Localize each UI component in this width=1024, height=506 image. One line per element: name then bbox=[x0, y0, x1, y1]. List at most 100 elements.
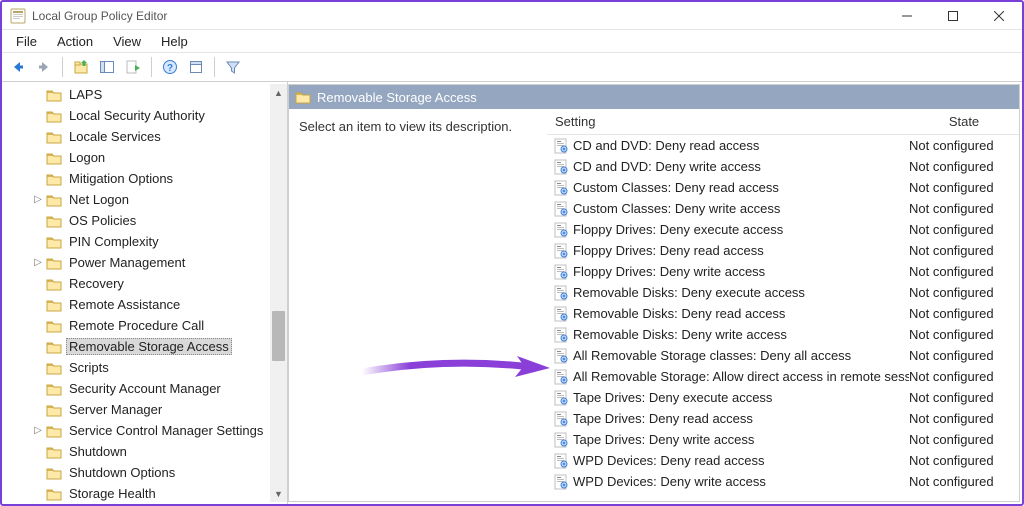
policy-setting-cell: Removable Disks: Deny execute access bbox=[547, 285, 909, 301]
tree-node[interactable]: Scripts bbox=[4, 357, 270, 378]
help-button[interactable]: ? bbox=[158, 55, 182, 79]
tree-node[interactable]: Shutdown Options bbox=[4, 462, 270, 483]
policy-row[interactable]: All Removable Storage classes: Deny all … bbox=[547, 345, 1019, 366]
policy-row[interactable]: Removable Disks: Deny write accessNot co… bbox=[547, 324, 1019, 345]
menu-help[interactable]: Help bbox=[151, 32, 198, 51]
tree-node-label: LAPS bbox=[66, 86, 105, 103]
window-title: Local Group Policy Editor bbox=[32, 9, 884, 23]
tree-node[interactable]: Security Account Manager bbox=[4, 378, 270, 399]
policy-icon bbox=[553, 285, 569, 301]
column-header-setting[interactable]: Setting bbox=[547, 109, 909, 134]
policy-icon bbox=[553, 201, 569, 217]
policy-row[interactable]: CD and DVD: Deny write accessNot configu… bbox=[547, 156, 1019, 177]
policy-row[interactable]: Floppy Drives: Deny execute access Not co… bbox=[547, 219, 1019, 240]
folder-icon bbox=[46, 277, 62, 291]
tree-node[interactable]: Server Manager bbox=[4, 399, 270, 420]
tree-node[interactable]: Remote Assistance bbox=[4, 294, 270, 315]
policy-setting-cell: WPD Devices: Deny write access bbox=[547, 474, 909, 490]
tree-node-label: Server Manager bbox=[66, 401, 165, 418]
column-header-state[interactable]: State bbox=[909, 109, 1019, 134]
maximize-button[interactable] bbox=[930, 2, 976, 30]
details-pane: Removable Storage Access Select an item … bbox=[288, 84, 1020, 502]
policy-icon bbox=[553, 222, 569, 238]
tree-node-label: Recovery bbox=[66, 275, 127, 292]
policy-row[interactable]: WPD Devices: Deny write accessNot config… bbox=[547, 471, 1019, 492]
policy-state-cell: Not configured bbox=[909, 453, 1019, 468]
tree-node[interactable]: Local Security Authority bbox=[4, 105, 270, 126]
export-list-button[interactable] bbox=[121, 55, 145, 79]
policy-row[interactable]: CD and DVD: Deny read accessNot configur… bbox=[547, 135, 1019, 156]
policy-setting-label: Floppy Drives: Deny execute access bbox=[573, 222, 783, 237]
policy-row[interactable]: Tape Drives: Deny write accessNot config… bbox=[547, 429, 1019, 450]
policy-state-cell: Not configured bbox=[909, 285, 1019, 300]
scroll-down-icon[interactable]: ▼ bbox=[270, 485, 287, 502]
policy-row[interactable]: Custom Classes: Deny write accessNot con… bbox=[547, 198, 1019, 219]
policy-setting-label: WPD Devices: Deny write access bbox=[573, 474, 766, 489]
scrollbar-track[interactable] bbox=[270, 101, 287, 485]
policy-icon bbox=[553, 411, 569, 427]
menu-file[interactable]: File bbox=[6, 32, 47, 51]
scrollbar-thumb[interactable] bbox=[272, 311, 285, 361]
policy-icon bbox=[553, 180, 569, 196]
folder-icon bbox=[46, 172, 62, 186]
tree-node[interactable]: OS Policies bbox=[4, 210, 270, 231]
tree-node-label: Power Management bbox=[66, 254, 188, 271]
policy-row[interactable]: Removable Disks: Deny execute accessNot … bbox=[547, 282, 1019, 303]
tree-node[interactable]: Logon bbox=[4, 147, 270, 168]
policy-setting-cell: Tape Drives: Deny read access bbox=[547, 411, 909, 427]
menu-action[interactable]: Action bbox=[47, 32, 103, 51]
tree-node[interactable]: Locale Services bbox=[4, 126, 270, 147]
scroll-up-icon[interactable]: ▲ bbox=[270, 84, 287, 101]
policy-setting-cell: Tape Drives: Deny write access bbox=[547, 432, 909, 448]
policy-row[interactable]: Floppy Drives: Deny write accessNot conf… bbox=[547, 261, 1019, 282]
tree-node[interactable]: LAPS bbox=[4, 84, 270, 105]
folder-icon bbox=[46, 445, 62, 459]
tree-node[interactable]: Recovery bbox=[4, 273, 270, 294]
policy-row[interactable]: Tape Drives: Deny read accessNot configu… bbox=[547, 408, 1019, 429]
settings-list: Setting State CD and DVD: Deny read acce… bbox=[547, 109, 1019, 501]
minimize-button[interactable] bbox=[884, 2, 930, 30]
details-header: Removable Storage Access bbox=[289, 85, 1019, 109]
policy-setting-cell: Floppy Drives: Deny write access bbox=[547, 264, 909, 280]
tree-node[interactable]: Remote Procedure Call bbox=[4, 315, 270, 336]
expand-icon[interactable]: ▷ bbox=[30, 194, 46, 205]
policy-setting-cell: All Removable Storage: Allow direct acce… bbox=[547, 369, 909, 385]
tree-node[interactable]: Mitigation Options bbox=[4, 168, 270, 189]
tree-node[interactable]: Removable Storage Access bbox=[4, 336, 270, 357]
description-prompt: Select an item to view its description. bbox=[299, 119, 512, 134]
expand-icon[interactable]: ▷ bbox=[30, 257, 46, 268]
policy-row[interactable]: Tape Drives: Deny execute accessNot conf… bbox=[547, 387, 1019, 408]
tree-node-label: Locale Services bbox=[66, 128, 164, 145]
close-button[interactable] bbox=[976, 2, 1022, 30]
tree-node[interactable]: PIN Complexity bbox=[4, 231, 270, 252]
tree-view[interactable]: LAPS Local Security Authority Locale Servi… bbox=[4, 84, 270, 502]
folder-icon bbox=[46, 424, 62, 438]
policy-row[interactable]: Custom Classes: Deny read accessNot conf… bbox=[547, 177, 1019, 198]
forward-button[interactable] bbox=[32, 55, 56, 79]
up-one-level-button[interactable] bbox=[69, 55, 93, 79]
back-button[interactable] bbox=[6, 55, 30, 79]
tree-node[interactable]: Storage Health bbox=[4, 483, 270, 502]
policy-row[interactable]: Removable Disks: Deny read accessNot con… bbox=[547, 303, 1019, 324]
expand-icon[interactable]: ▷ bbox=[30, 425, 46, 436]
policy-state-cell: Not configured bbox=[909, 180, 1019, 195]
properties-button[interactable] bbox=[184, 55, 208, 79]
policy-setting-label: Removable Disks: Deny read access bbox=[573, 306, 785, 321]
tree-node[interactable]: Shutdown bbox=[4, 441, 270, 462]
tree-node[interactable]: ▷ Power Management bbox=[4, 252, 270, 273]
menu-view[interactable]: View bbox=[103, 32, 151, 51]
policy-setting-label: All Removable Storage: Allow direct acce… bbox=[573, 369, 909, 384]
tree-node[interactable]: ▷Service Control Manager Settings bbox=[4, 420, 270, 441]
policy-row[interactable]: WPD Devices: Deny read accessNot configu… bbox=[547, 450, 1019, 471]
menubar: File Action View Help bbox=[2, 30, 1022, 52]
policy-row[interactable]: All Removable Storage: Allow direct acce… bbox=[547, 366, 1019, 387]
tree-scrollbar[interactable]: ▲ ▼ bbox=[270, 84, 287, 502]
filter-button[interactable] bbox=[221, 55, 245, 79]
folder-icon bbox=[46, 235, 62, 249]
policy-setting-cell: Removable Disks: Deny read access bbox=[547, 306, 909, 322]
policy-state-cell: Not configured bbox=[909, 159, 1019, 174]
policy-state-cell: Not configured bbox=[909, 222, 1019, 237]
policy-row[interactable]: Floppy Drives: Deny read accessNot confi… bbox=[547, 240, 1019, 261]
show-hide-tree-button[interactable] bbox=[95, 55, 119, 79]
tree-node[interactable]: ▷Net Logon bbox=[4, 189, 270, 210]
